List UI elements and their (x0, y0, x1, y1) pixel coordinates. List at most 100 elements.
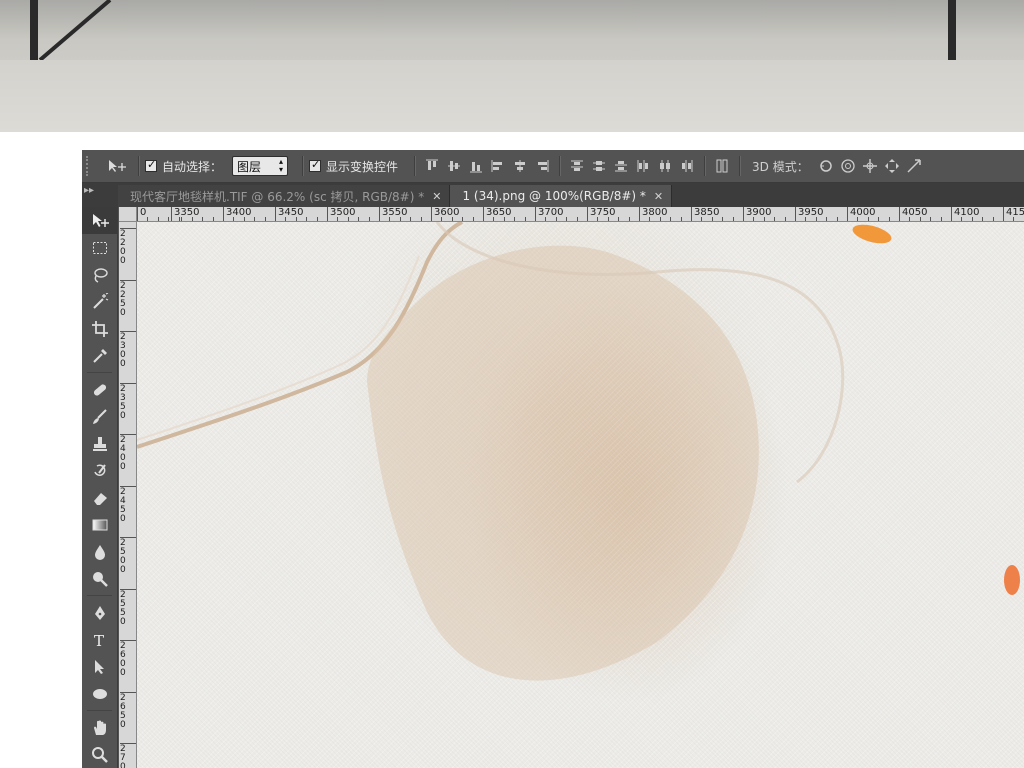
align-vertical-centers-icon[interactable] (443, 155, 465, 177)
distribute-top-edges-icon[interactable] (566, 155, 588, 177)
ellipse-tool-icon[interactable] (82, 680, 118, 707)
canvas-artwork (137, 222, 1020, 681)
ruler-minor-tick (711, 217, 713, 221)
ruler-minor-tick (306, 217, 308, 221)
ruler-origin[interactable] (119, 207, 137, 222)
eraser-tool-icon[interactable] (82, 484, 118, 511)
auto-select-checkbox[interactable] (145, 158, 157, 172)
distribute-right-edges-icon[interactable] (676, 155, 698, 177)
ruler-minor-tick (815, 217, 817, 221)
tab-title: 现代客厅地毯样机.TIF @ 66.2% (sc 拷贝, RGB/8#) * (130, 189, 425, 204)
distribute-vertical-centers-icon[interactable] (588, 155, 610, 177)
vertical-ruler[interactable]: 2200 2250 2300 2350 2400 2450 2500 2550 2600 2650… (119, 222, 137, 768)
pen-tool-icon[interactable] (82, 599, 118, 626)
ruler-tick-label: 3700 (535, 207, 563, 221)
ruler-minor-tick (763, 217, 765, 221)
ruler-tick-label: 2550 (120, 588, 136, 627)
rotate-3d-icon[interactable] (815, 155, 837, 177)
options-bar-grip[interactable] (86, 156, 94, 176)
close-icon[interactable]: ✕ (432, 190, 441, 203)
slide-3d-icon[interactable] (881, 155, 903, 177)
ruler-minor-tick (930, 217, 932, 221)
hand-tool-icon[interactable] (82, 714, 118, 741)
ruler-minor-tick (243, 217, 245, 221)
ruler-minor-tick (784, 217, 786, 221)
auto-align-layers-icon[interactable] (711, 155, 733, 177)
tools-panel: T (82, 207, 118, 768)
tab-document-2[interactable]: 1 (34).png @ 100%(RGB/8#) * ✕ (450, 185, 673, 207)
blur-tool-icon[interactable] (82, 538, 118, 565)
show-transform-checkbox[interactable] (309, 158, 322, 172)
distribute-left-edges-icon[interactable] (632, 155, 654, 177)
ruler-tick-label: 2650 (120, 691, 136, 730)
ruler-minor-tick (337, 217, 339, 221)
drag-3d-icon[interactable] (859, 155, 881, 177)
ruler-tick-label: 4100 (951, 207, 979, 221)
gradient-tool-icon[interactable] (82, 511, 118, 538)
align-left-edges-icon[interactable] (487, 155, 509, 177)
separator (138, 156, 139, 176)
tool-separator (87, 707, 112, 711)
collapse-panels-icon[interactable]: ▸▸ (82, 183, 118, 207)
ruler-tick-label: 3600 (431, 207, 459, 221)
ruler-tick-label: 2200 (120, 228, 136, 266)
tool-separator (87, 369, 112, 373)
ruler-minor-tick (389, 217, 391, 221)
tab-document-1[interactable]: 现代客厅地毯样机.TIF @ 66.2% (sc 拷贝, RGB/8#) * ✕ (118, 185, 451, 207)
close-icon[interactable]: ✕ (654, 190, 663, 203)
ruler-tick-label: 0 (137, 207, 146, 221)
type-tool-icon[interactable]: T (82, 626, 118, 653)
lasso-tool-icon[interactable] (82, 261, 118, 288)
ruler-tick-label: 3900 (743, 207, 771, 221)
distribute-horizontal-centers-icon[interactable] (654, 155, 676, 177)
ruler-tick-label: 2250 (120, 279, 136, 318)
ruler-tick-label: 2600 (120, 640, 136, 678)
ruler-tick-label: 3850 (691, 207, 719, 221)
ruler-minor-tick (878, 217, 880, 221)
scale-3d-icon[interactable] (903, 155, 925, 177)
separator (704, 156, 706, 176)
align-bottom-edges-icon[interactable] (465, 155, 487, 177)
move-tool-preset-icon[interactable] (104, 155, 132, 177)
ruler-minor-tick (347, 217, 349, 221)
updown-arrow-icon: ▴ ▾ (279, 157, 284, 174)
ruler-minor-tick (649, 217, 651, 221)
roll-3d-icon[interactable] (837, 155, 859, 177)
separator (739, 156, 741, 176)
ruler-minor-tick (919, 217, 921, 221)
ruler-tick-label: 2700 (120, 743, 136, 768)
horizontal-ruler[interactable]: 0 3350 3400 3450 3500 3550 3600 3650 3700 3750 380… (137, 207, 1024, 222)
dodge-tool-icon[interactable] (82, 565, 118, 592)
ruler-minor-tick (992, 217, 994, 221)
magic-wand-tool-icon[interactable] (82, 288, 118, 315)
tab-title: 1 (34).png @ 100%(RGB/8#) * (462, 189, 646, 203)
distribute-bottom-edges-icon[interactable] (610, 155, 632, 177)
healing-brush-tool-icon[interactable] (82, 376, 118, 403)
crop-tool-icon[interactable] (82, 315, 118, 342)
ruler-minor-tick (399, 217, 401, 221)
auto-select-dropdown[interactable]: 图层 ▴ ▾ (232, 156, 289, 176)
separator (559, 156, 561, 176)
ruler-tick-label: 4000 (847, 207, 875, 221)
clone-stamp-tool-icon[interactable] (82, 430, 118, 457)
align-right-edges-icon[interactable] (531, 155, 553, 177)
ruler-minor-tick (524, 217, 526, 221)
ruler-minor-tick (1013, 217, 1015, 221)
document-canvas[interactable] (137, 222, 1024, 768)
ruler-minor-tick (316, 217, 318, 221)
eyedropper-tool-icon[interactable] (82, 342, 118, 369)
auto-select-value: 图层 (237, 159, 262, 174)
ruler-minor-tick (358, 217, 360, 221)
ruler-minor-tick (867, 217, 869, 221)
marquee-tool-icon[interactable] (82, 234, 118, 261)
show-transform-label: 显示变换控件 (326, 159, 399, 174)
photoshop-window: 自动选择： 图层 ▴▾ 显示变换控件 3D 模式： ▸▸ (82, 150, 1024, 768)
history-brush-tool-icon[interactable] (82, 457, 118, 484)
move-tool-icon[interactable] (82, 207, 118, 234)
align-horizontal-centers-icon[interactable] (509, 155, 531, 177)
ruler-minor-tick (285, 217, 287, 221)
brush-tool-icon[interactable] (82, 403, 118, 430)
align-top-edges-icon[interactable] (421, 155, 443, 177)
zoom-tool-icon[interactable] (82, 741, 118, 768)
path-selection-tool-icon[interactable] (82, 653, 118, 680)
